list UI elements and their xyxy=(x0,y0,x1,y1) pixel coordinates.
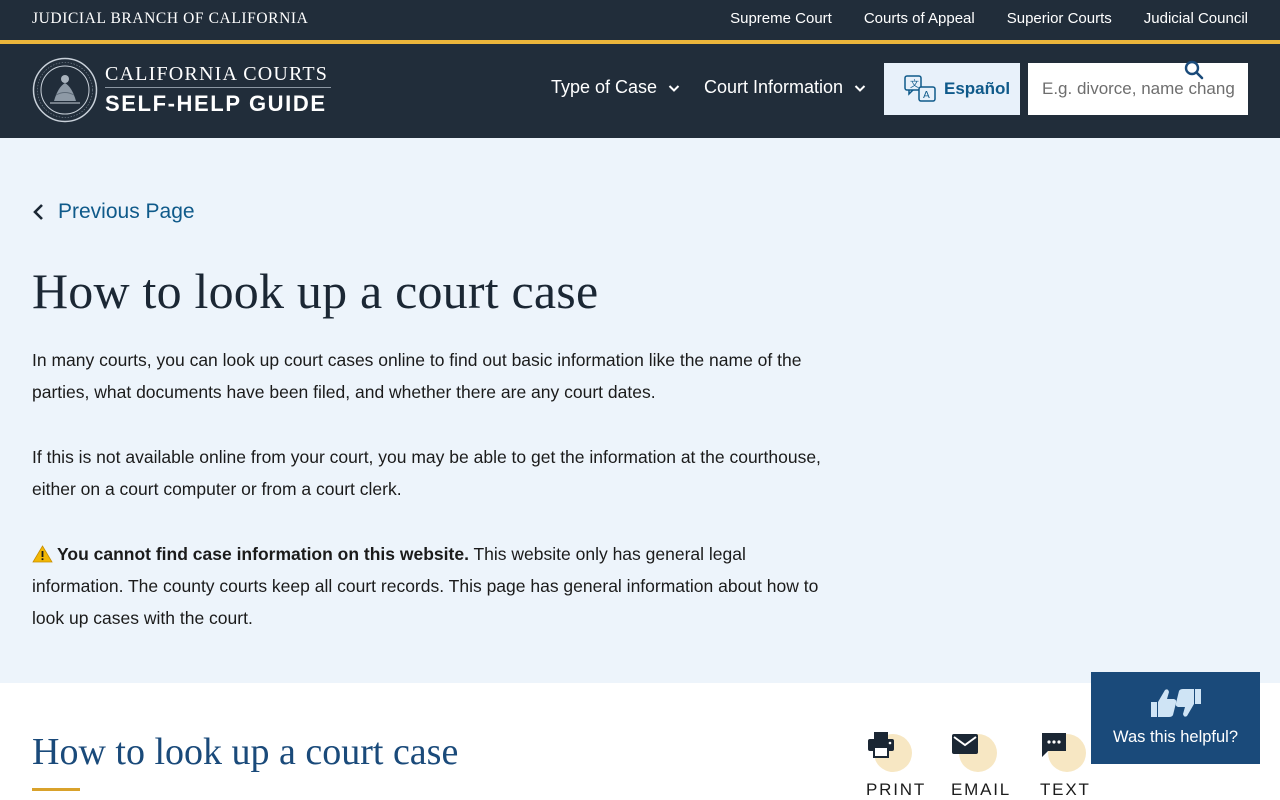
logo-self-help-guide: SELF-HELP GUIDE xyxy=(105,91,327,116)
print-button[interactable]: PRINT xyxy=(866,728,926,800)
link-superior-courts[interactable]: Superior Courts xyxy=(1007,10,1112,27)
thumbs-icon xyxy=(1150,689,1201,717)
link-courts-of-appeal[interactable]: Courts of Appeal xyxy=(864,10,975,27)
judicial-branch-brand[interactable]: JUDICIAL BRANCH OF CALIFORNIA xyxy=(32,10,308,28)
print-icon-wrap xyxy=(866,728,916,772)
warning-icon xyxy=(32,545,53,563)
section-title: How to look up a court case xyxy=(32,731,459,773)
espanol-label: Español xyxy=(944,79,1011,98)
nav-court-information[interactable]: Court Information xyxy=(704,77,867,98)
email-icon xyxy=(952,734,978,754)
utility-links: Supreme Court Courts of Appeal Superior … xyxy=(730,10,1248,27)
email-button[interactable]: EMAIL xyxy=(951,728,1011,800)
site-logo-title[interactable]: CALIFORNIA COURTS SELF-HELP GUIDE xyxy=(105,63,333,116)
page-title: How to look up a court case xyxy=(32,263,599,319)
link-judicial-council[interactable]: Judicial Council xyxy=(1144,10,1248,27)
previous-page-label: Previous Page xyxy=(58,200,195,223)
svg-text:文: 文 xyxy=(910,78,919,90)
warning-paragraph: You cannot find case information on this… xyxy=(32,538,832,634)
feedback-button[interactable]: Was this helpful? xyxy=(1091,672,1260,764)
logo-rule xyxy=(105,87,331,88)
text-message-icon xyxy=(1042,733,1066,757)
text-button[interactable]: TEXT xyxy=(1040,728,1091,800)
section-title-underline xyxy=(32,788,80,791)
svg-text:A: A xyxy=(923,90,930,101)
courthouse-paragraph: If this is not available online from you… xyxy=(32,447,821,499)
nav-court-information-label: Court Information xyxy=(704,77,844,97)
main-header: CALIFORNIA COURTS SELF-HELP GUIDE Type o… xyxy=(0,44,1280,138)
text-label: TEXT xyxy=(1040,780,1091,799)
email-label: EMAIL xyxy=(951,780,1012,799)
nav-type-of-case[interactable]: Type of Case xyxy=(551,77,681,98)
thumbs-up-icon xyxy=(1150,689,1176,717)
seal-logo[interactable] xyxy=(32,57,98,123)
link-supreme-court[interactable]: Supreme Court xyxy=(730,10,832,27)
feedback-label: Was this helpful? xyxy=(1112,728,1239,746)
print-label: PRINT xyxy=(866,780,926,799)
thumbs-down-icon xyxy=(1175,689,1201,717)
search-icon[interactable] xyxy=(1184,60,1204,80)
chevron-down-icon xyxy=(854,84,866,92)
previous-page-link[interactable]: Previous Page xyxy=(32,200,195,224)
email-icon-wrap xyxy=(951,728,1001,772)
chevron-down-icon xyxy=(668,84,680,92)
hero-section: Previous Page How to look up a court cas… xyxy=(0,138,1280,683)
logo-california-courts: CALIFORNIA COURTS xyxy=(105,63,329,85)
chevron-left-icon xyxy=(33,204,43,220)
translate-icon: 文 A xyxy=(904,75,936,102)
utility-bar: JUDICIAL BRANCH OF CALIFORNIA Supreme Co… xyxy=(0,0,1280,40)
warning-bold-text: You cannot find case information on this… xyxy=(57,544,469,564)
nav-type-of-case-label: Type of Case xyxy=(551,77,658,97)
intro-paragraph: In many courts, you can look up court ca… xyxy=(32,350,802,402)
espanol-button[interactable]: 文 A Español xyxy=(884,63,1020,115)
search-input[interactable] xyxy=(1028,63,1248,115)
text-icon-wrap xyxy=(1040,728,1090,772)
search-box xyxy=(1028,63,1248,115)
print-icon xyxy=(868,732,894,758)
